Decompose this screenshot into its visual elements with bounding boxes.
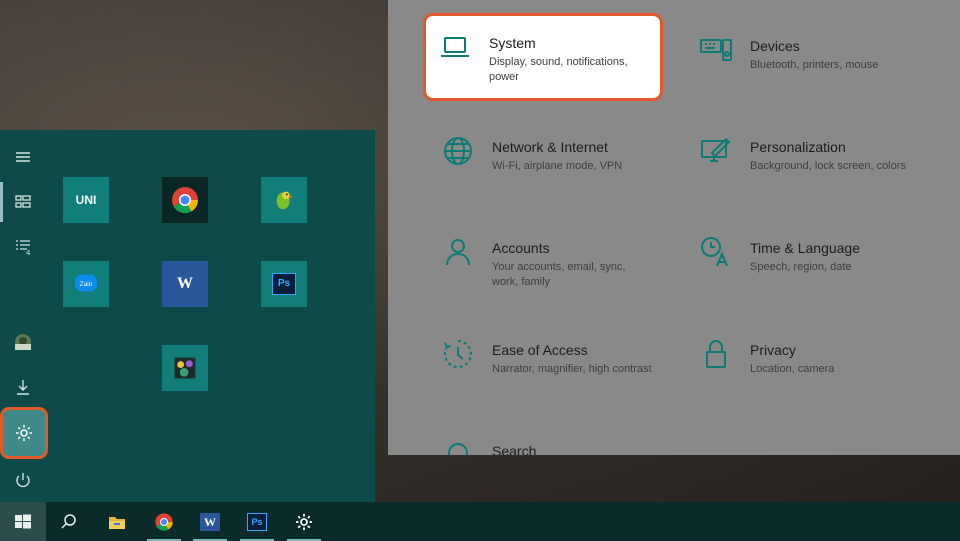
lock-icon xyxy=(698,336,734,372)
tile-description: Speech, region, date xyxy=(750,261,852,273)
power-icon[interactable] xyxy=(0,460,46,500)
uni-app-tile[interactable]: UNI xyxy=(63,177,109,223)
photoshop-app-tile[interactable]: Ps xyxy=(261,261,307,307)
tile-title: System xyxy=(489,35,536,51)
windows-logo-icon xyxy=(15,514,31,528)
tile-title: Privacy xyxy=(750,342,796,358)
globe-icon xyxy=(440,133,476,169)
search-icon xyxy=(440,437,476,455)
photoshop-icon[interactable]: Ps xyxy=(234,502,280,541)
start-menu: 4 UNI Zalo W Ps xyxy=(0,130,375,502)
tile-label: UNI xyxy=(75,193,97,207)
laptop-icon xyxy=(437,29,473,65)
settings-tile-time-language[interactable]: Time & Language Speech, region, date xyxy=(684,218,924,306)
photoshop-icon-label: Ps xyxy=(247,512,267,531)
tile-description: Bluetooth, printers, mouse xyxy=(750,59,879,71)
parrot-app-tile[interactable] xyxy=(261,177,307,223)
chrome-icon[interactable] xyxy=(141,502,187,541)
tile-title: Time & Language xyxy=(750,240,860,256)
person-icon xyxy=(440,234,476,270)
tile-description: Location, camera xyxy=(750,363,835,375)
start-button[interactable] xyxy=(0,502,46,541)
tile-title: Devices xyxy=(750,38,800,54)
recent-badge: 4 xyxy=(26,249,31,256)
settings-tile-devices[interactable]: Devices Bluetooth, printers, mouse xyxy=(684,16,924,104)
clock-language-icon xyxy=(698,234,734,270)
tile-description: Wi-Fi, airplane mode, VPN xyxy=(492,160,623,172)
settings-tile-accounts[interactable]: Accounts Your accounts, email, sync, wor… xyxy=(426,218,666,306)
settings-window: System Display, sound, notifications, po… xyxy=(388,0,960,455)
search-icon[interactable] xyxy=(46,502,92,541)
taskbar: W Ps xyxy=(0,502,960,541)
tile-description: Background, lock screen, colors xyxy=(750,160,906,172)
tile-title: Search xyxy=(492,443,537,455)
parrot-icon xyxy=(276,191,294,210)
settings-tile-system[interactable]: System Display, sound, notifications, po… xyxy=(423,13,663,101)
gallery-icon xyxy=(174,357,196,379)
tile-description: Narrator, magnifier, high contrast xyxy=(492,363,652,375)
tile-title: Ease of Access xyxy=(492,342,588,358)
file-explorer-icon[interactable] xyxy=(94,502,140,541)
tile-label: Zalo xyxy=(80,281,93,288)
user-avatar[interactable] xyxy=(0,322,46,362)
tile-description: Your accounts, email, sync, work, family xyxy=(492,261,626,288)
start-rail: 4 xyxy=(0,130,48,502)
word-app-tile[interactable]: W xyxy=(162,261,208,307)
tile-title: Personalization xyxy=(750,139,846,155)
word-icon[interactable]: W xyxy=(187,502,233,541)
keyboard-speaker-icon xyxy=(698,32,734,68)
downloads-icon[interactable] xyxy=(0,367,46,407)
tile-label: Ps xyxy=(272,273,296,295)
paint-monitor-icon xyxy=(698,133,734,169)
tile-description: Display, sound, notifications, power xyxy=(489,56,628,83)
settings-tile-network[interactable]: Network & Internet Wi-Fi, airplane mode,… xyxy=(426,117,666,205)
ease-of-access-icon xyxy=(440,336,476,372)
settings-gear-icon[interactable] xyxy=(0,407,48,459)
tile-title: Accounts xyxy=(492,240,550,256)
hamburger-menu-icon[interactable] xyxy=(0,137,46,177)
zalo-icon: Zalo xyxy=(74,274,98,292)
settings-gear-icon[interactable] xyxy=(281,502,327,541)
settings-tile-personalization[interactable]: Personalization Background, lock screen,… xyxy=(684,117,924,205)
chrome-icon xyxy=(172,187,199,214)
settings-tile-ease-of-access[interactable]: Ease of Access Narrator, magnifier, high… xyxy=(426,320,666,408)
zalo-app-tile[interactable]: Zalo xyxy=(63,261,109,307)
gallery-app-tile[interactable] xyxy=(162,345,208,391)
settings-tile-privacy[interactable]: Privacy Location, camera xyxy=(684,320,924,408)
tile-label: W xyxy=(177,275,193,292)
all-apps-icon[interactable] xyxy=(0,182,46,222)
tile-title: Network & Internet xyxy=(492,139,608,155)
settings-tile-search[interactable]: Search xyxy=(426,421,666,455)
chrome-app-tile[interactable] xyxy=(162,177,208,223)
word-icon-label: W xyxy=(200,512,220,531)
recent-list-icon[interactable]: 4 xyxy=(0,227,46,267)
